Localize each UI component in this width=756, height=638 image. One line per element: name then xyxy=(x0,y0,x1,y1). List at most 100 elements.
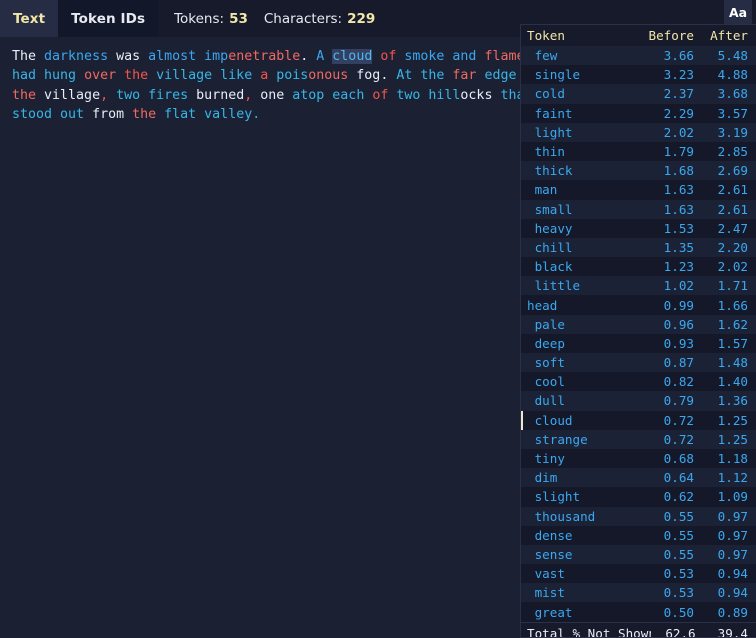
cell-after: 2.61 xyxy=(702,182,756,197)
text-token[interactable]: over xyxy=(84,68,124,83)
cell-token: light xyxy=(527,125,648,140)
cell-token: dull xyxy=(527,393,648,408)
cell-before: 1.35 xyxy=(648,240,702,255)
tab-token-ids[interactable]: Token IDs xyxy=(58,0,158,37)
table-row[interactable]: chill1.352.20 xyxy=(521,238,756,257)
table-row[interactable]: faint2.293.57 xyxy=(521,104,756,123)
table-row[interactable]: thousand0.550.97 xyxy=(521,507,756,526)
text-token[interactable]: . xyxy=(380,68,396,83)
cell-before: 0.96 xyxy=(648,317,702,332)
table-row[interactable]: thick1.682.69 xyxy=(521,161,756,180)
table-row[interactable]: little1.021.71 xyxy=(521,276,756,295)
cell-after: 0.97 xyxy=(702,547,756,562)
text-token[interactable]: flat xyxy=(164,107,204,122)
text-token[interactable]: hill xyxy=(428,88,460,103)
text-token[interactable]: valley xyxy=(204,107,252,122)
text-token[interactable]: The xyxy=(12,49,44,64)
table-row[interactable]: dull0.791.36 xyxy=(521,391,756,410)
tokenized-text-editor[interactable]: The darkness was almost impenetrable. A … xyxy=(0,37,520,638)
text-token[interactable]: a xyxy=(260,68,276,83)
table-row[interactable]: sense0.550.97 xyxy=(521,545,756,564)
table-row[interactable]: few3.665.48 xyxy=(521,46,756,65)
text-token[interactable]: the xyxy=(124,68,156,83)
table-row[interactable]: cloud0.721.25 xyxy=(521,411,756,430)
cell-after: 0.97 xyxy=(702,509,756,524)
text-token[interactable]: like xyxy=(220,68,260,83)
text-token[interactable]: fog xyxy=(356,68,380,83)
table-row[interactable]: soft0.871.48 xyxy=(521,353,756,372)
table-row[interactable]: cold2.373.68 xyxy=(521,84,756,103)
text-token[interactable]: burned xyxy=(196,88,244,103)
table-row[interactable]: head0.991.66 xyxy=(521,295,756,314)
text-token[interactable]: almost xyxy=(148,49,204,64)
text-token[interactable]: the xyxy=(12,88,44,103)
tab-token-ids-label: Token IDs xyxy=(71,11,145,27)
table-row[interactable]: man1.632.61 xyxy=(521,180,756,199)
table-row[interactable]: black1.232.02 xyxy=(521,257,756,276)
table-row[interactable]: deep0.931.57 xyxy=(521,334,756,353)
table-row[interactable]: pale0.961.62 xyxy=(521,315,756,334)
text-token[interactable]: far xyxy=(452,68,484,83)
text-token[interactable]: and xyxy=(452,49,484,64)
table-row[interactable]: dim0.641.12 xyxy=(521,468,756,487)
table-row[interactable]: thin1.792.85 xyxy=(521,142,756,161)
text-token[interactable]: two xyxy=(116,88,148,103)
text-token[interactable]: had xyxy=(12,68,44,83)
text-token[interactable]: of xyxy=(380,49,404,64)
table-row[interactable]: slight0.621.09 xyxy=(521,487,756,506)
table-row[interactable]: strange0.721.25 xyxy=(521,430,756,449)
cell-before: 0.72 xyxy=(648,432,702,447)
table-row[interactable]: heavy1.532.47 xyxy=(521,219,756,238)
text-token[interactable]: . xyxy=(300,49,316,64)
text-token[interactable]: the xyxy=(420,68,452,83)
text-token[interactable]: edge xyxy=(484,68,520,83)
text-token[interactable]: each xyxy=(332,88,372,103)
cell-token: man xyxy=(527,182,648,197)
text-token[interactable]: stood xyxy=(12,107,60,122)
text-token[interactable]: At xyxy=(396,68,420,83)
table-row[interactable]: small1.632.61 xyxy=(521,200,756,219)
text-token[interactable]: was xyxy=(116,49,148,64)
text-token[interactable]: darkness xyxy=(44,49,116,64)
text-token[interactable]: from xyxy=(92,107,132,122)
text-token[interactable]: atop xyxy=(292,88,332,103)
table-row[interactable]: great0.500.89 xyxy=(521,602,756,621)
cell-before: 1.68 xyxy=(648,163,702,178)
text-token[interactable]: cloud xyxy=(332,49,372,64)
table-row[interactable]: vast0.530.94 xyxy=(521,564,756,583)
text-token[interactable]: the xyxy=(132,107,164,122)
text-token[interactable]: enetrable xyxy=(228,49,300,64)
cell-before: 0.68 xyxy=(648,451,702,466)
text-token[interactable]: of xyxy=(372,88,396,103)
cell-after: 1.57 xyxy=(702,336,756,351)
table-row[interactable]: dense0.550.97 xyxy=(521,526,756,545)
table-row[interactable]: single3.234.88 xyxy=(521,65,756,84)
table-row[interactable]: cool0.821.40 xyxy=(521,372,756,391)
text-token[interactable]: one xyxy=(260,88,292,103)
cell-before: 0.87 xyxy=(648,355,702,370)
stat-characters-value: 229 xyxy=(347,11,375,27)
text-token[interactable]: onous xyxy=(308,68,356,83)
text-token[interactable]: , xyxy=(100,88,116,103)
text-token[interactable]: village xyxy=(156,68,220,83)
text-token[interactable]: hung xyxy=(44,68,84,83)
text-token[interactable]: out xyxy=(60,107,92,122)
text-token[interactable]: two xyxy=(396,88,428,103)
font-size-label: Aa xyxy=(729,5,747,20)
font-size-button[interactable]: Aa xyxy=(724,0,752,24)
text-token[interactable]: , xyxy=(244,88,260,103)
text-token[interactable]: village xyxy=(44,88,100,103)
table-row[interactable]: light2.023.19 xyxy=(521,123,756,142)
table-row[interactable]: tiny0.681.18 xyxy=(521,449,756,468)
text-token[interactable]: fires xyxy=(148,88,196,103)
text-token[interactable]: A xyxy=(316,49,332,64)
text-token[interactable]: that xyxy=(500,88,520,103)
text-token[interactable]: pois xyxy=(276,68,308,83)
text-token[interactable]: flame xyxy=(484,49,520,64)
tab-text[interactable]: Text xyxy=(0,0,58,37)
table-row[interactable]: mist0.530.94 xyxy=(521,583,756,602)
text-token[interactable]: smoke xyxy=(404,49,452,64)
text-token[interactable]: ocks xyxy=(460,88,500,103)
text-token[interactable]: . xyxy=(252,107,260,122)
text-token[interactable]: imp xyxy=(204,49,228,64)
